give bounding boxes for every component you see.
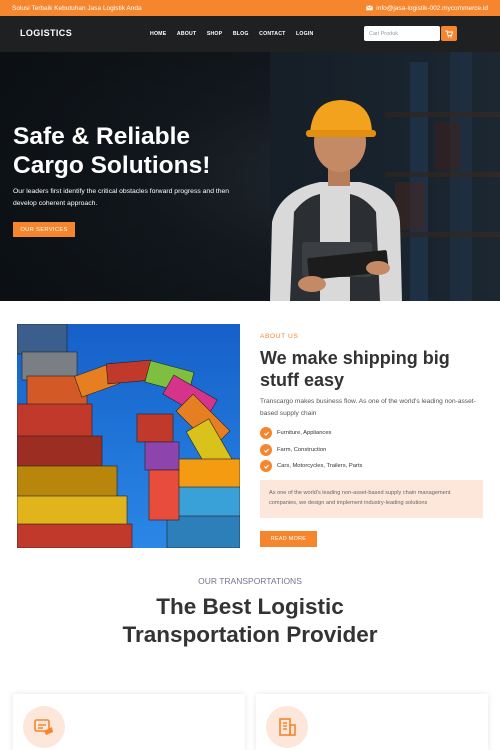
nav-shop[interactable]: SHOP (207, 31, 223, 37)
hero-section: Safe & Reliable Cargo Solutions! Our lea… (0, 52, 500, 301)
nav-contact[interactable]: CONTACT (259, 31, 285, 37)
site-logo[interactable]: LOGISTICS (20, 28, 72, 38)
about-highlight-box: As one of the world's leading non-asset-… (260, 480, 483, 518)
hero-subtitle: Our leaders first identify the critical … (13, 188, 230, 207)
transport-title: The Best Logistic Transportation Provide… (122, 594, 378, 647)
truck-icon (34, 719, 53, 735)
feature-label: Cars, Motorcycles, Trailers, Parts (277, 463, 363, 469)
nav-menu: HOME ABOUT SHOP BLOG CONTACT LOGIN (150, 31, 324, 37)
transport-card[interactable] (256, 694, 488, 750)
cart-button[interactable] (441, 26, 457, 41)
hero-title-line2: Cargo Solutions! (13, 152, 211, 179)
hero-title: Safe & Reliable Cargo Solutions! (13, 122, 273, 180)
email-text: info@jasa-logistik-002.mycommerce.id (376, 4, 488, 12)
check-icon (260, 460, 272, 472)
transport-label: OUR TRANSPORTATIONS (198, 576, 302, 586)
top-bar: Solusi Terbaik Kebutuhan Jasa Logistik A… (0, 0, 500, 16)
transport-card[interactable] (13, 694, 245, 750)
nav-home[interactable]: HOME (150, 31, 166, 37)
contact-email[interactable]: info@jasa-logistik-002.mycommerce.id (366, 5, 488, 12)
feature-label: Furniture, Appliances (277, 430, 332, 436)
feature-item: Furniture, Appliances (260, 427, 331, 439)
nav-about[interactable]: ABOUT (177, 31, 196, 37)
tagline: Solusi Terbaik Kebutuhan Jasa Logistik A… (12, 4, 142, 12)
container-arch-image (17, 324, 240, 548)
search-input[interactable] (364, 26, 440, 41)
about-label: ABOUT US (260, 333, 299, 340)
card-icon-circle (23, 706, 65, 748)
building-icon (279, 718, 296, 736)
worker-image (270, 100, 402, 301)
cart-icon (445, 30, 453, 38)
feature-item: Farm, Construction (260, 444, 326, 456)
card-icon-circle (266, 706, 308, 748)
main-navbar: LOGISTICS HOME ABOUT SHOP BLOG CONTACT L… (0, 16, 500, 52)
about-description: Transcargo makes business flow. As one o… (260, 398, 476, 417)
mail-icon (366, 5, 374, 11)
about-title: We make shipping big stuff easy (260, 348, 450, 390)
feature-item: Cars, Motorcycles, Trailers, Parts (260, 460, 362, 472)
check-icon (260, 427, 272, 439)
nav-login[interactable]: LOGIN (296, 31, 313, 37)
feature-label: Farm, Construction (277, 447, 327, 453)
nav-blog[interactable]: BLOG (233, 31, 249, 37)
read-more-button[interactable]: READ MORE (260, 531, 317, 547)
hero-title-line1: Safe & Reliable (13, 123, 191, 150)
check-icon (260, 444, 272, 456)
our-services-button[interactable]: OUR SERVICES (13, 222, 75, 237)
